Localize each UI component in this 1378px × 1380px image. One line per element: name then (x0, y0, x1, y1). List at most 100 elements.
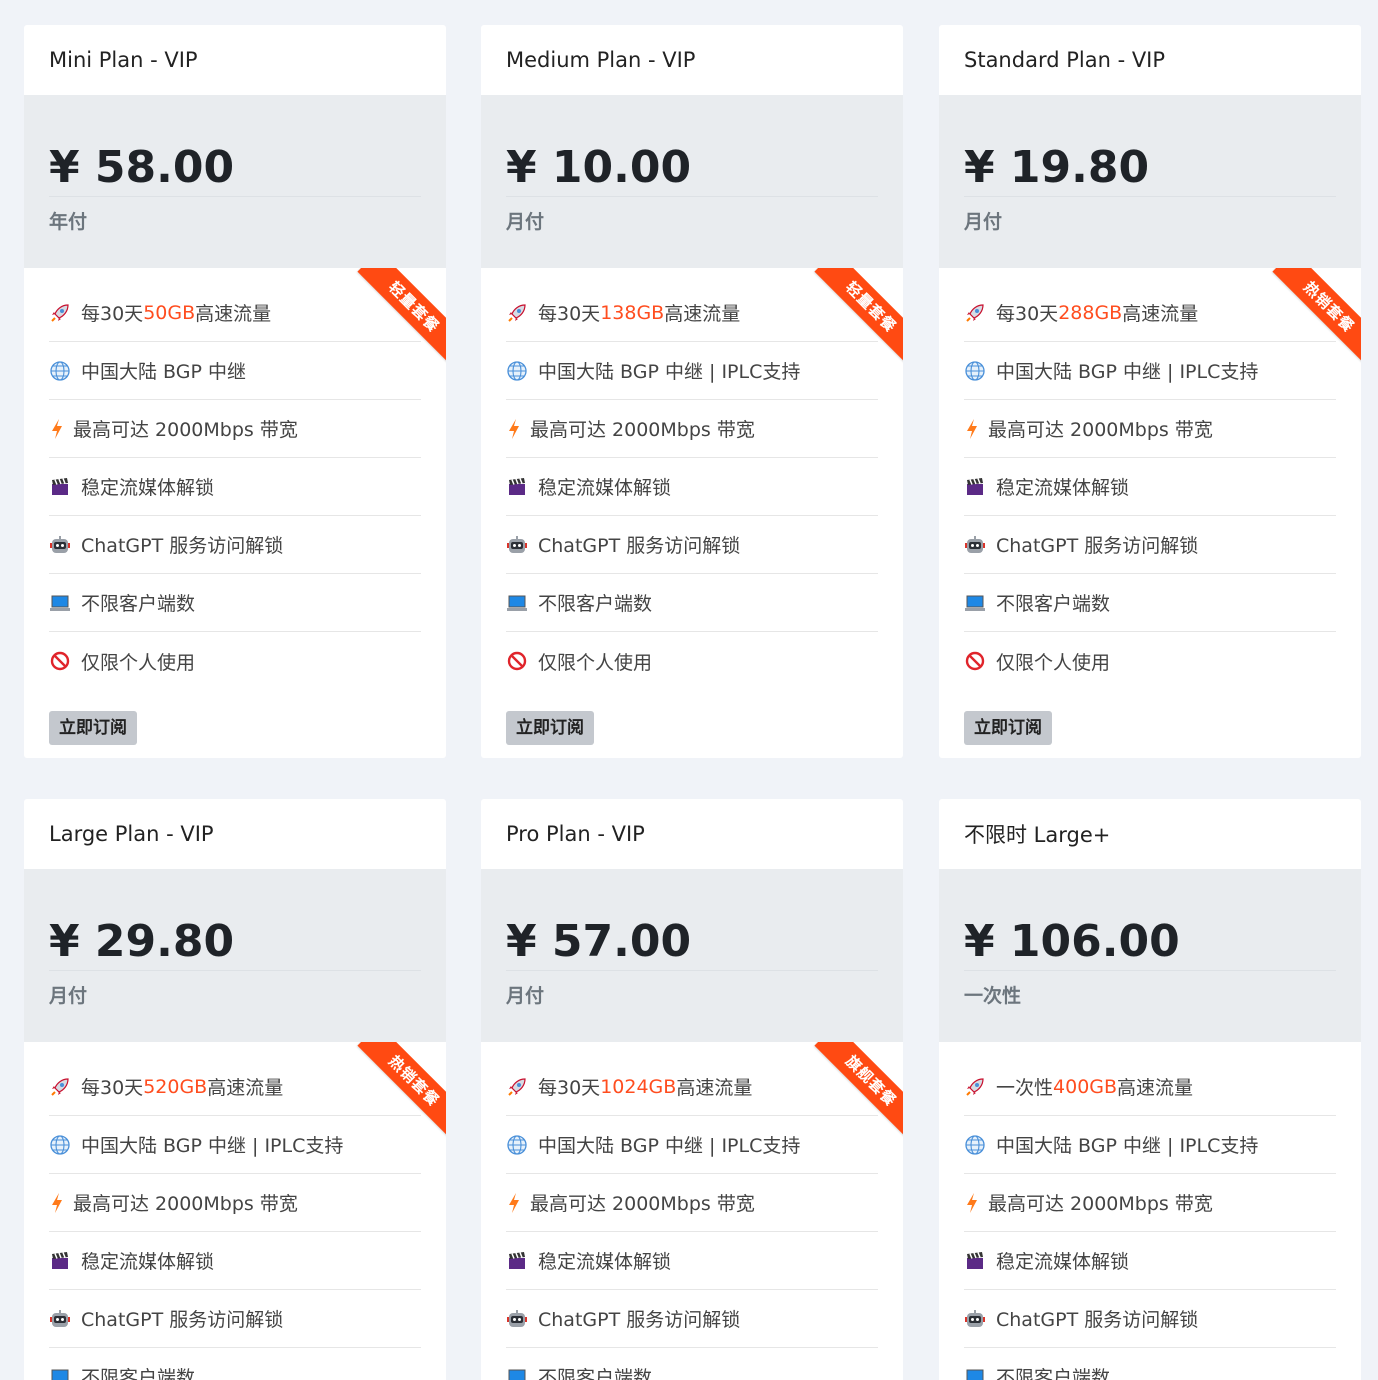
feature-chatgpt: ChatGPT 服务访问解锁 (964, 1290, 1336, 1348)
feature-clients: 不限客户端数 (964, 574, 1336, 632)
billing-period: 月付 (506, 211, 545, 233)
billing-period: 一次性 (964, 985, 1022, 1007)
feature-traffic: 每30天 520GB 高速流量 (49, 1058, 421, 1116)
price-block: ¥ 10.00 月付 (481, 95, 903, 268)
rocket-icon (964, 1076, 986, 1098)
feature-personal: 仅限个人使用 (506, 632, 878, 690)
prohibited-icon (49, 650, 71, 672)
feature-clients: 不限客户端数 (506, 574, 878, 632)
feature-relay: 中国大陆 BGP 中继 | IPLC支持 (49, 1116, 421, 1174)
robot-icon (506, 1308, 528, 1330)
plans-grid: Mini Plan - VIP ¥ 58.00 年付 每30天 50GB 高速流量 … (0, 0, 1378, 1380)
feature-personal: 仅限个人使用 (49, 632, 421, 690)
plan-title: 不限时 Large+ (964, 823, 1111, 847)
prohibited-icon (506, 650, 528, 672)
subscribe-button[interactable]: 立即订阅 (49, 711, 137, 745)
lightning-icon (49, 1192, 65, 1214)
plan-price: ¥ 10.00 (506, 142, 692, 193)
plan-card: 不限时 Large+ ¥ 106.00 一次性 一次性 400GB 高速流量 中国大… (939, 799, 1361, 1380)
traffic-amount: 1024GB (600, 1075, 677, 1098)
globe-icon (49, 1134, 71, 1156)
globe-icon (506, 1134, 528, 1156)
feature-bandwidth: 最高可达 2000Mbps 带宽 (49, 400, 421, 458)
feature-traffic: 每30天 50GB 高速流量 (49, 284, 421, 342)
robot-icon (506, 534, 528, 556)
prohibited-icon (964, 650, 986, 672)
feature-bandwidth: 最高可达 2000Mbps 带宽 (964, 400, 1336, 458)
lightning-icon (506, 1192, 522, 1214)
clapperboard-icon (964, 1250, 986, 1272)
feature-bandwidth: 最高可达 2000Mbps 带宽 (49, 1174, 421, 1232)
feature-streaming: 稳定流媒体解锁 (964, 458, 1336, 516)
price-block: ¥ 29.80 月付 (24, 869, 446, 1042)
billing-period: 月付 (49, 985, 88, 1007)
billing-period: 月付 (964, 211, 1003, 233)
price-block: ¥ 19.80 月付 (939, 95, 1361, 268)
lightning-icon (964, 1192, 980, 1214)
feature-chatgpt: ChatGPT 服务访问解锁 (506, 516, 878, 574)
clapperboard-icon (506, 476, 528, 498)
clapperboard-icon (964, 476, 986, 498)
subscribe-button[interactable]: 立即订阅 (964, 711, 1052, 745)
feature-relay: 中国大陆 BGP 中继 (49, 342, 421, 400)
plan-title: Mini Plan - VIP (49, 48, 198, 72)
feature-traffic: 每30天 288GB 高速流量 (964, 284, 1336, 342)
robot-icon (49, 1308, 71, 1330)
robot-icon (964, 534, 986, 556)
laptop-icon (506, 1366, 528, 1380)
traffic-amount: 50GB (143, 301, 196, 324)
rocket-icon (49, 1076, 71, 1098)
plan-title: Large Plan - VIP (49, 822, 214, 846)
laptop-icon (49, 1366, 71, 1380)
globe-icon (964, 1134, 986, 1156)
billing-period: 年付 (49, 211, 88, 233)
plan-title: Pro Plan - VIP (506, 822, 645, 846)
globe-icon (49, 360, 71, 382)
feature-list: 每30天 138GB 高速流量 中国大陆 BGP 中继 | IPLC支持 最高可达 … (481, 268, 903, 758)
feature-chatgpt: ChatGPT 服务访问解锁 (506, 1290, 878, 1348)
globe-icon (964, 360, 986, 382)
price-block: ¥ 58.00 年付 (24, 95, 446, 268)
feature-list: 每30天 1024GB 高速流量 中国大陆 BGP 中继 | IPLC支持 最高可达… (481, 1042, 903, 1380)
subscribe-button[interactable]: 立即订阅 (506, 711, 594, 745)
feature-streaming: 稳定流媒体解锁 (506, 458, 878, 516)
plan-card: Standard Plan - VIP ¥ 19.80 月付 每30天 288GB… (939, 25, 1361, 758)
robot-icon (49, 534, 71, 556)
feature-clients: 不限客户端数 (964, 1348, 1336, 1380)
feature-chatgpt: ChatGPT 服务访问解锁 (49, 516, 421, 574)
feature-list: 每30天 520GB 高速流量 中国大陆 BGP 中继 | IPLC支持 最高可达 … (24, 1042, 446, 1380)
feature-streaming: 稳定流媒体解锁 (964, 1232, 1336, 1290)
feature-streaming: 稳定流媒体解锁 (506, 1232, 878, 1290)
robot-icon (964, 1308, 986, 1330)
feature-bandwidth: 最高可达 2000Mbps 带宽 (964, 1174, 1336, 1232)
plan-card: Mini Plan - VIP ¥ 58.00 年付 每30天 50GB 高速流量 … (24, 25, 446, 758)
feature-relay: 中国大陆 BGP 中继 | IPLC支持 (506, 1116, 878, 1174)
plan-card: Large Plan - VIP ¥ 29.80 月付 每30天 520GB 高速流… (24, 799, 446, 1380)
feature-clients: 不限客户端数 (506, 1348, 878, 1380)
plan-price: ¥ 57.00 (506, 916, 692, 967)
laptop-icon (964, 592, 986, 614)
traffic-amount: 400GB (1053, 1075, 1118, 1098)
billing-period: 月付 (506, 985, 545, 1007)
traffic-amount: 138GB (600, 301, 665, 324)
rocket-icon (964, 302, 986, 324)
lightning-icon (49, 418, 65, 440)
feature-streaming: 稳定流媒体解锁 (49, 1232, 421, 1290)
lightning-icon (506, 418, 522, 440)
traffic-amount: 520GB (143, 1075, 208, 1098)
price-block: ¥ 106.00 一次性 (939, 869, 1361, 1042)
feature-relay: 中国大陆 BGP 中继 | IPLC支持 (964, 342, 1336, 400)
globe-icon (506, 360, 528, 382)
feature-personal: 仅限个人使用 (964, 632, 1336, 690)
feature-relay: 中国大陆 BGP 中继 | IPLC支持 (964, 1116, 1336, 1174)
rocket-icon (506, 1076, 528, 1098)
feature-relay: 中国大陆 BGP 中继 | IPLC支持 (506, 342, 878, 400)
rocket-icon (49, 302, 71, 324)
feature-traffic: 每30天 138GB 高速流量 (506, 284, 878, 342)
feature-traffic: 每30天 1024GB 高速流量 (506, 1058, 878, 1116)
feature-bandwidth: 最高可达 2000Mbps 带宽 (506, 400, 878, 458)
plan-title: Medium Plan - VIP (506, 48, 696, 72)
plan-card: Medium Plan - VIP ¥ 10.00 月付 每30天 138GB 高速… (481, 25, 903, 758)
feature-list: 每30天 288GB 高速流量 中国大陆 BGP 中继 | IPLC支持 最高可达 … (939, 268, 1361, 758)
feature-clients: 不限客户端数 (49, 1348, 421, 1380)
